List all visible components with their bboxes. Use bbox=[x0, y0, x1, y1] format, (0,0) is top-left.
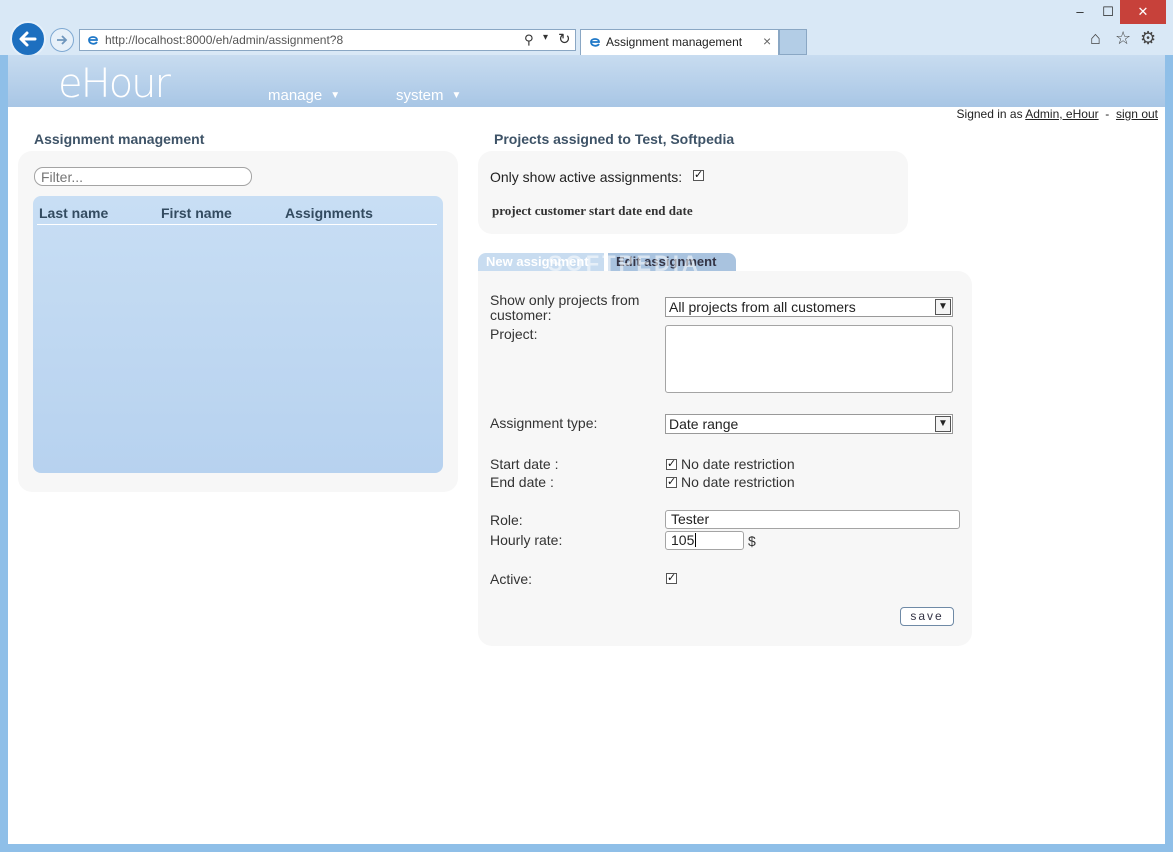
signin-info: Signed in as Admin, eHour - sign out bbox=[957, 107, 1158, 121]
signin-prefix: Signed in as bbox=[956, 107, 1023, 121]
user-list: Last name First name Assignments bbox=[33, 196, 443, 473]
role-input[interactable]: Tester bbox=[665, 510, 960, 529]
active-assignments-checkbox[interactable]: ✓ bbox=[693, 169, 704, 181]
hourly-rate-value: 105 bbox=[671, 532, 695, 548]
chevron-down-icon[interactable]: ▼ bbox=[935, 299, 951, 315]
checkmark-icon: ✓ bbox=[667, 476, 677, 488]
chevron-down-icon: ▼ bbox=[451, 90, 462, 101]
start-no-restriction-label: No date restriction bbox=[681, 456, 795, 472]
active-checkbox[interactable]: ✓ bbox=[666, 572, 677, 584]
browser-chrome: ‒ ☐ ✕ http://localhost:8000/eh/admin/ass… bbox=[0, 0, 1173, 57]
role-label: Role: bbox=[490, 512, 523, 528]
project-list[interactable] bbox=[665, 325, 953, 393]
nav-system-label: system bbox=[396, 87, 444, 104]
currency-label: $ bbox=[748, 533, 756, 549]
home-icon[interactable]: ⌂ bbox=[1090, 28, 1101, 49]
start-no-restriction-checkbox[interactable]: ✓ bbox=[666, 458, 677, 470]
project-label: Project: bbox=[490, 326, 538, 342]
arrow-left-icon bbox=[19, 31, 37, 47]
customer-select-value: All projects from all customers bbox=[669, 299, 856, 315]
text-caret bbox=[695, 533, 697, 547]
customer-select[interactable]: All projects from all customers ▼ bbox=[665, 297, 953, 317]
chevron-down-icon[interactable]: ▾ bbox=[543, 32, 548, 43]
sign-out-link[interactable]: sign out bbox=[1116, 107, 1158, 121]
end-no-restriction-checkbox[interactable]: ✓ bbox=[666, 476, 677, 488]
assignment-form: Show only projects from customer: All pr… bbox=[478, 271, 972, 646]
assignment-type-label: Assignment type: bbox=[490, 415, 598, 431]
assignment-type-select[interactable]: Date range ▼ bbox=[665, 414, 953, 434]
maximize-button[interactable]: ☐ bbox=[1094, 0, 1122, 24]
filter-input[interactable] bbox=[34, 167, 252, 186]
user-link[interactable]: Admin, eHour bbox=[1025, 107, 1098, 121]
checkmark-icon: ✓ bbox=[667, 458, 677, 470]
end-no-restriction-row[interactable]: ✓ No date restriction bbox=[666, 474, 795, 490]
ehour-logo[interactable]: eHour bbox=[58, 61, 171, 107]
end-no-restriction-label: No date restriction bbox=[681, 474, 795, 490]
page-content: eHour manage ▼ system ▼ Signed in as Admin… bbox=[8, 55, 1165, 844]
customer-filter-label: Show only projects from customer: bbox=[490, 292, 640, 323]
favorites-star-icon[interactable]: ☆ bbox=[1115, 28, 1131, 49]
tab-title: Assignment management bbox=[606, 35, 743, 49]
signin-separator: - bbox=[1105, 107, 1110, 121]
ie-tab-icon bbox=[590, 38, 600, 47]
hourly-rate-label: Hourly rate: bbox=[490, 532, 563, 548]
arrow-right-icon bbox=[57, 35, 68, 45]
close-tab-icon[interactable]: × bbox=[763, 33, 771, 49]
column-first-name[interactable]: First name bbox=[161, 205, 232, 221]
save-button[interactable]: save bbox=[900, 607, 954, 626]
column-assignments[interactable]: Assignments bbox=[285, 205, 373, 221]
assignment-management-title: Assignment management bbox=[34, 131, 205, 147]
browser-tab-active[interactable]: Assignment management × bbox=[580, 29, 779, 55]
chevron-down-icon[interactable]: ▼ bbox=[935, 416, 951, 432]
checkmark-icon: ✓ bbox=[694, 169, 704, 181]
active-label: Active: bbox=[490, 571, 533, 587]
projects-assigned-title: Projects assigned to Test, Softpedia bbox=[494, 131, 735, 147]
end-date-label: End date : bbox=[490, 474, 554, 490]
gear-icon[interactable]: ⚙ bbox=[1140, 28, 1156, 49]
chevron-down-icon: ▼ bbox=[330, 90, 341, 101]
app-header: eHour manage ▼ system ▼ bbox=[8, 55, 1165, 107]
start-no-restriction-row[interactable]: ✓ No date restriction bbox=[666, 456, 795, 472]
refresh-icon[interactable]: ↻ bbox=[558, 30, 571, 48]
forward-button[interactable] bbox=[50, 28, 74, 52]
column-last-name[interactable]: Last name bbox=[39, 205, 108, 221]
nav-manage-label: manage bbox=[268, 87, 323, 104]
nav-manage[interactable]: manage ▼ bbox=[268, 87, 340, 104]
user-list-header: Last name First name Assignments bbox=[37, 204, 437, 225]
projects-table-header: project customer start date end date bbox=[492, 203, 693, 218]
active-assignments-label: Only show active assignments: bbox=[490, 169, 683, 185]
assignment-type-value: Date range bbox=[669, 416, 739, 432]
address-text[interactable]: http://localhost:8000/eh/admin/assignmen… bbox=[105, 33, 343, 47]
start-date-label: Start date : bbox=[490, 456, 559, 472]
ie-page-icon bbox=[88, 36, 98, 45]
back-button[interactable] bbox=[10, 21, 46, 57]
hourly-rate-input[interactable]: 105 bbox=[665, 531, 744, 550]
minimize-button[interactable]: ‒ bbox=[1066, 0, 1094, 24]
projects-panel: Only show active assignments: ✓ project … bbox=[478, 151, 908, 234]
user-list-panel: Last name First name Assignments bbox=[18, 151, 458, 492]
nav-system[interactable]: system ▼ bbox=[396, 87, 461, 104]
close-window-button[interactable]: ✕ bbox=[1120, 0, 1166, 24]
search-icon[interactable]: ⚲ bbox=[524, 32, 534, 48]
address-bar[interactable]: http://localhost:8000/eh/admin/assignmen… bbox=[79, 29, 576, 51]
checkmark-icon: ✓ bbox=[667, 572, 677, 584]
new-tab-button[interactable] bbox=[779, 29, 807, 55]
